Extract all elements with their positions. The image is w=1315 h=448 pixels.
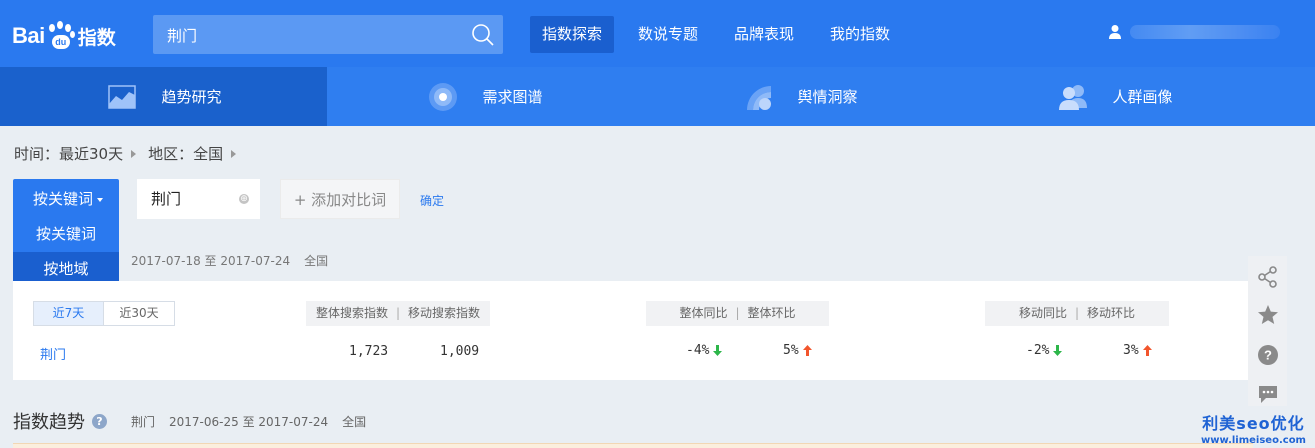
confirm-link[interactable]: 确定 [420, 192, 444, 209]
nav-brand-performance[interactable]: 品牌表现 [722, 16, 806, 53]
compare-mode-menu: 按关键词 按地域 [13, 217, 119, 287]
tab-label: 趋势研究 [161, 88, 222, 106]
header-overall-yoy: 整体同比 [679, 306, 728, 320]
tab-label: 需求图谱 [482, 88, 543, 106]
trend-chart-icon [108, 84, 137, 109]
remove-keyword-icon[interactable]: ⊕ [239, 194, 249, 204]
nav-my-index[interactable]: 我的指数 [818, 16, 902, 53]
trend-meta: 荆门 2017-06-25 至 2017-07-24 全国 [131, 413, 366, 430]
svg-text:?: ? [1264, 348, 1272, 363]
region-filter[interactable]: 地区：全国 [148, 143, 223, 164]
header-overall-mom: 整体环比 [747, 306, 796, 320]
keyword-value: 荆门 [151, 190, 182, 208]
search-input[interactable]: 荆门 [167, 25, 197, 46]
share-icon[interactable] [1257, 266, 1279, 288]
overall-change-header: 整体同比 | 整体环比 [646, 301, 829, 326]
section-title: 指数趋势 [13, 412, 85, 433]
notice-strip [13, 443, 1253, 448]
filter-bar: 时间：最近30天 地区：全国 [14, 143, 248, 164]
arrow-down-icon [1053, 345, 1063, 356]
tab-trend-research[interactable]: 趋势研究 [0, 67, 327, 126]
region-filter-arrow-icon[interactable] [231, 149, 237, 158]
region-text: 全国 [304, 254, 329, 268]
keyword-field[interactable]: 荆门 ⊕ [137, 179, 260, 219]
time-filter[interactable]: 时间：最近30天 [14, 143, 123, 164]
trend-date-range: 2017-06-25 至 2017-07-24 [169, 414, 329, 429]
trend-region: 全国 [342, 414, 367, 429]
tab-people-portrait[interactable]: 人群画像 [957, 67, 1272, 126]
mobile-yoy-value: -2% [1026, 343, 1050, 358]
demand-graph-icon [429, 82, 458, 111]
help-icon[interactable]: ? [92, 413, 107, 429]
watermark-url: www.limeiseo.com [1201, 435, 1306, 446]
overall-mom-value: 5% [783, 343, 799, 358]
nav-index-explore[interactable]: 指数探索 [530, 16, 615, 53]
mobile-yoy-change: -2% [1026, 343, 1063, 358]
baidu-index-logo[interactable]: Bai du 指数 [12, 16, 116, 56]
sentiment-icon [747, 85, 772, 110]
row-keyword-link[interactable]: 荆门 [40, 344, 66, 363]
logo-text-zhishu: 指数 [77, 26, 116, 49]
overall-index-value: 1,723 [349, 344, 389, 359]
nav-data-topics[interactable]: 数说专题 [626, 16, 710, 53]
main-nav: 指数探索 数说专题 品牌表现 我的指数 [530, 16, 914, 53]
help-icon[interactable]: ? [1257, 344, 1279, 366]
logo-text-du: du [51, 35, 70, 49]
date-range-text: 2017-07-18 至 2017-07-24 [131, 254, 291, 268]
tab-sentiment[interactable]: 舆情洞察 [642, 67, 957, 126]
overall-yoy-change: -4% [686, 343, 723, 358]
search-icon[interactable] [471, 23, 495, 47]
paw-icon: du [46, 21, 76, 51]
arrow-down-icon [713, 345, 723, 356]
tab-demand-graph[interactable]: 需求图谱 [327, 67, 642, 126]
search-index-header: 整体搜索指数 | 移动搜索指数 [306, 301, 490, 326]
watermark-title: 利美seo优化 [1202, 414, 1305, 433]
overall-mom-change: 5% [783, 343, 812, 358]
people-icon [1059, 84, 1088, 110]
compare-mode-label: 按关键词 [33, 190, 94, 208]
header-mobile-yoy: 移动同比 [1018, 306, 1067, 320]
overall-yoy-value: -4% [686, 343, 710, 358]
arrow-up-icon [1142, 345, 1152, 356]
menu-option-by-keyword[interactable]: 按关键词 [13, 217, 119, 252]
header-mobile-search: 移动搜索指数 [408, 306, 481, 320]
search-box[interactable]: 荆门 [153, 15, 503, 54]
header-overall-search: 整体搜索指数 [315, 306, 388, 320]
mobile-mom-value: 3% [1123, 343, 1139, 358]
mobile-index-value: 1,009 [440, 344, 480, 359]
floating-toolbar: ? [1248, 256, 1287, 406]
username-redacted [1130, 25, 1280, 39]
mobile-change-header: 移动同比 | 移动环比 [985, 301, 1169, 326]
date-range-info: 2017-07-18 至 2017-07-24 全国 [131, 252, 328, 269]
tab-label: 舆情洞察 [797, 88, 858, 106]
range-30-days-button[interactable]: 近30天 [104, 302, 174, 325]
header-mobile-mom: 移动环比 [1087, 306, 1136, 320]
user-icon [1109, 25, 1121, 39]
watermark: 利美seo优化 www.limeiseo.com [1201, 410, 1306, 446]
index-summary-card: 近7天 近30天 整体搜索指数 | 移动搜索指数 整体同比 | 整体环比 移动同比 | 移动… [13, 281, 1253, 380]
user-menu[interactable] [1108, 24, 1280, 40]
compare-mode-dropdown[interactable]: 按关键词 [13, 179, 119, 219]
tab-label: 人群画像 [1112, 88, 1173, 106]
time-filter-arrow-icon[interactable] [131, 149, 137, 158]
index-trend-header: 指数趋势 ? 荆门 2017-06-25 至 2017-07-24 全国 [13, 408, 366, 434]
add-compare-button[interactable]: + 添加对比词 [280, 179, 400, 219]
sub-nav: 趋势研究 需求图谱 舆情洞察 人群画像 [0, 67, 1315, 126]
mobile-mom-change: 3% [1123, 343, 1152, 358]
comment-icon[interactable] [1257, 383, 1279, 405]
trend-keyword: 荆门 [131, 414, 156, 429]
arrow-up-icon [802, 345, 812, 356]
range-7-days-button[interactable]: 近7天 [34, 302, 104, 325]
star-icon[interactable] [1257, 304, 1279, 326]
caret-down-icon [97, 197, 104, 202]
range-toggle: 近7天 近30天 [33, 301, 175, 326]
top-bar: Bai du 指数 荆门 指数探索 数说专题 品牌表现 我的指数 [0, 0, 1315, 67]
logo-text-bai: Bai [12, 23, 45, 48]
